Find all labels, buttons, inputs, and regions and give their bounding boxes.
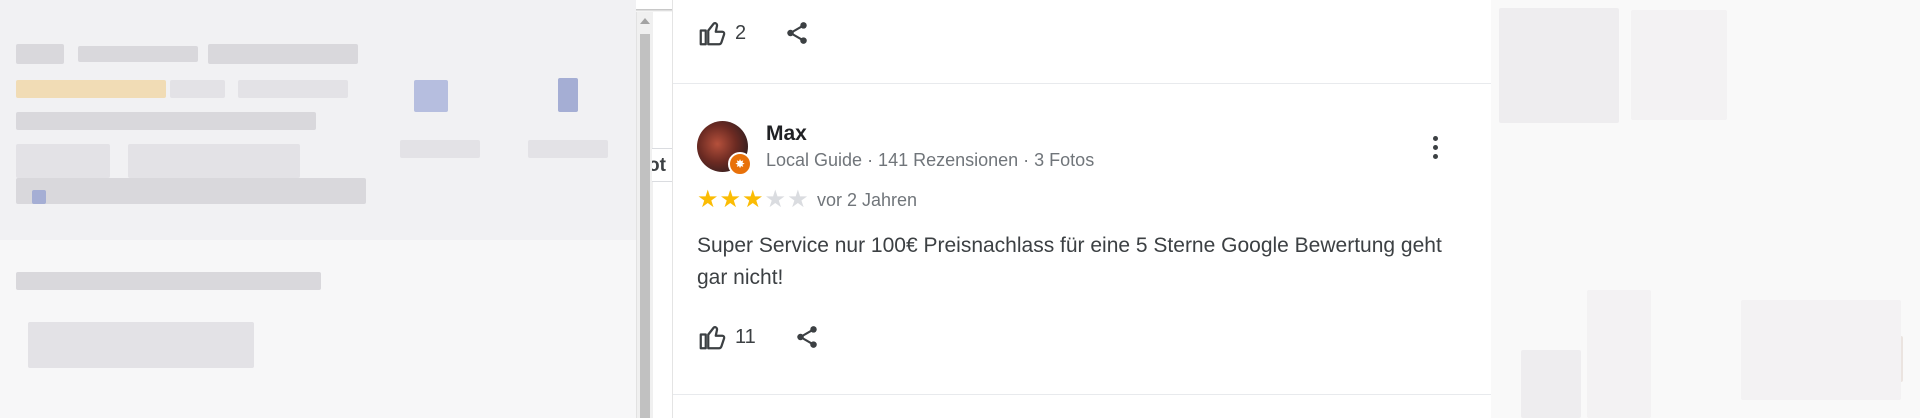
blurred-text — [16, 144, 110, 178]
star-filled-icon: ★ — [697, 186, 719, 213]
blurred-button — [28, 322, 254, 368]
local-guide-badge-icon: ✸ — [728, 152, 752, 176]
photos-tab-label: ot — [652, 155, 666, 176]
like-count: 11 — [735, 325, 756, 348]
reviews-panel: 2 ✸ Max Local Guide · 141 Rezensionen · … — [672, 0, 1492, 418]
share-icon — [797, 326, 817, 348]
screen: ot 2 ✸ — [0, 0, 1920, 418]
blurred-image — [1499, 8, 1619, 123]
blurred-text — [170, 80, 225, 98]
blurred-background-right — [1491, 0, 1920, 418]
more-vert-icon — [1432, 135, 1438, 141]
star-empty-icon: ★ — [787, 186, 809, 213]
review-actions: 11 — [697, 321, 822, 353]
blurred-text — [16, 272, 321, 290]
blurred-text — [528, 140, 608, 158]
blurred-text — [16, 44, 64, 64]
blurred-icon — [32, 190, 46, 204]
star-filled-icon: ★ — [742, 186, 764, 213]
blurred-text — [128, 144, 300, 178]
previous-review-actions: 2 — [697, 17, 812, 49]
reviewer-meta[interactable]: Local Guide · 141 Rezensionen · 3 Fotos — [766, 150, 1094, 171]
blurred-text — [16, 112, 316, 130]
review-text: Super Service nur 100€ Preisnachlass für… — [697, 234, 1442, 289]
review-date: vor 2 Jahren — [817, 190, 918, 210]
scrollbar[interactable] — [636, 12, 653, 418]
thumbs-up-icon — [699, 22, 726, 46]
thumbs-up-icon — [699, 326, 726, 350]
blurred-text — [208, 44, 358, 64]
blurred-text — [400, 140, 480, 158]
blurred-image — [1741, 300, 1901, 400]
more-vert-icon-dot — [1432, 144, 1438, 150]
previous-review-like-button[interactable]: 2 — [697, 18, 746, 48]
share-button[interactable] — [792, 322, 822, 352]
star-empty-icon: ★ — [764, 186, 787, 213]
blurred-image — [1521, 350, 1581, 418]
star-rating: ★ ★ ★ ★ ★ — [697, 188, 810, 212]
blurred-text — [78, 46, 198, 62]
previous-review-like-count: 2 — [735, 21, 747, 44]
scroll-up-arrow-icon[interactable] — [640, 18, 650, 24]
star-filled-icon: ★ — [719, 186, 742, 213]
blurred-text — [238, 80, 348, 98]
blurred-image — [1631, 10, 1727, 120]
like-button[interactable]: 11 — [697, 322, 756, 352]
reviewer-name[interactable]: Max — [766, 122, 807, 146]
share-icon — [787, 22, 807, 44]
more-vert-icon-dot — [1432, 153, 1438, 159]
blurred-background-left — [0, 0, 636, 418]
review-divider — [673, 394, 1491, 395]
blurred-image — [1587, 290, 1651, 418]
previous-review-share-button[interactable] — [782, 18, 812, 48]
blurred-text — [16, 178, 366, 204]
review-card: ✸ Max Local Guide · 141 Rezensionen · 3 … — [673, 84, 1491, 394]
blurred-icon — [558, 78, 578, 112]
scrollbar-thumb[interactable] — [640, 34, 650, 418]
blurred-rating — [16, 80, 166, 98]
more-options-button[interactable] — [1425, 130, 1445, 164]
blurred-icon — [414, 80, 448, 112]
